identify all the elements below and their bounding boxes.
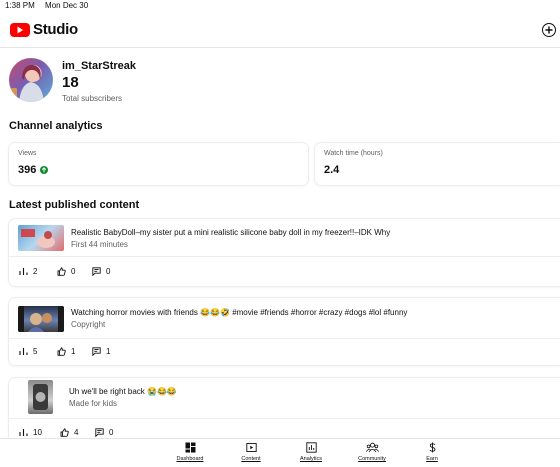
status-date: Mon Dec 30: [45, 1, 89, 10]
watch-time-card[interactable]: Watch time (hours) 2.4: [315, 143, 560, 185]
views-count: 10: [33, 428, 42, 437]
comment-icon: [95, 428, 104, 437]
comments-count: 0: [109, 428, 114, 437]
video-thumbnail[interactable]: [18, 306, 64, 332]
comments-count: 1: [106, 347, 111, 356]
likes-count: 0: [71, 267, 76, 276]
divider: [9, 256, 560, 257]
likes-stat: 0: [57, 267, 75, 276]
nav-community[interactable]: Community: [342, 442, 402, 462]
nav-content[interactable]: Content: [221, 442, 281, 462]
channel-summary: im_StarStreak 18 Total subscribers: [9, 58, 409, 106]
bar-chart-icon: [19, 429, 28, 436]
divider: [9, 338, 560, 339]
create-button[interactable]: [542, 23, 556, 37]
earn-icon: [429, 442, 435, 453]
views-label: Views: [18, 150, 37, 157]
divider: [9, 418, 560, 419]
thumbs-up-icon: [60, 428, 69, 437]
bottom-nav: Dashboard Content Analytics Community Ea…: [0, 438, 560, 467]
nav-content-label: Content: [241, 456, 261, 462]
views-card[interactable]: Views 396: [9, 143, 308, 185]
status-time: 1:38 PM: [5, 1, 35, 10]
nav-earn[interactable]: Earn: [402, 442, 462, 462]
watch-time-label: Watch time (hours): [324, 150, 383, 157]
channel-name: im_StarStreak: [62, 60, 136, 72]
thumbs-up-icon: [57, 347, 66, 356]
video-status: Made for kids: [69, 399, 118, 408]
comment-icon: [92, 267, 101, 276]
watch-time-value: 2.4: [324, 164, 340, 176]
video-status: Copyright: [71, 320, 106, 329]
subscriber-count: 18: [62, 74, 79, 91]
content-icon: [245, 443, 257, 452]
nav-dashboard-label: Dashboard: [176, 456, 204, 462]
likes-count: 1: [71, 347, 76, 356]
bar-chart-icon: [19, 348, 28, 355]
community-icon: [365, 442, 379, 453]
comments-stat: 0: [92, 267, 110, 276]
comments-stat: 0: [95, 428, 113, 437]
views-stat: 10: [19, 428, 42, 437]
subscriber-label: Total subscribers: [62, 94, 123, 103]
trend-up-icon: [40, 166, 49, 174]
comments-count: 0: [106, 267, 111, 276]
likes-count: 4: [74, 428, 79, 437]
comment-icon: [92, 347, 101, 356]
nav-dashboard[interactable]: Dashboard: [160, 442, 220, 462]
analytics-icon: [305, 442, 317, 453]
comments-stat: 1: [92, 347, 110, 356]
latest-content-heading: Latest published content: [9, 199, 140, 211]
nav-earn-label: Earn: [426, 456, 438, 462]
watch-time-value-row: 2.4: [324, 164, 339, 176]
youtube-studio-logo[interactable]: Studio: [10, 21, 78, 38]
youtube-play-icon: [10, 22, 30, 37]
views-count: 2: [33, 267, 38, 276]
nav-community-label: Community: [358, 456, 386, 462]
likes-stat: 1: [57, 347, 75, 356]
app-header: Studio: [0, 12, 560, 48]
analytics-heading: Channel analytics: [9, 120, 103, 132]
video-title[interactable]: Uh we'll be right back 😭😂😂: [69, 387, 177, 396]
video-card[interactable]: Uh we'll be right back 😭😂😂 Made for kids…: [9, 378, 560, 443]
video-title[interactable]: Watching horror movies with friends 😂😂🤣 …: [71, 308, 407, 317]
thumbs-up-icon: [57, 267, 66, 276]
views-count: 5: [33, 347, 38, 356]
views-value: 396: [18, 164, 37, 176]
plus-icon: [545, 26, 553, 34]
nav-analytics-label: Analytics: [299, 456, 322, 462]
video-thumbnail[interactable]: [28, 380, 53, 414]
views-stat: 2: [19, 267, 37, 276]
dashboard-icon: [185, 442, 195, 453]
views-stat: 5: [19, 347, 37, 356]
video-card[interactable]: Watching horror movies with friends 😂😂🤣 …: [9, 298, 560, 365]
video-status: First 44 minutes: [71, 240, 128, 249]
video-card[interactable]: Realistic BabyDoll–my sister put a mini …: [9, 219, 560, 286]
bar-chart-icon: [19, 268, 28, 275]
channel-avatar[interactable]: [9, 58, 53, 102]
video-thumbnail[interactable]: [18, 225, 64, 251]
video-title[interactable]: Realistic BabyDoll–my sister put a mini …: [71, 228, 390, 237]
app-title: Studio: [33, 21, 78, 38]
status-bar: 1:38 PM Mon Dec 30: [0, 0, 560, 12]
views-value-row: 396: [18, 164, 49, 176]
dashboard-main: im_StarStreak 18 Total subscribers Chann…: [0, 48, 560, 443]
likes-stat: 4: [60, 428, 78, 437]
nav-analytics[interactable]: Analytics: [281, 442, 341, 462]
